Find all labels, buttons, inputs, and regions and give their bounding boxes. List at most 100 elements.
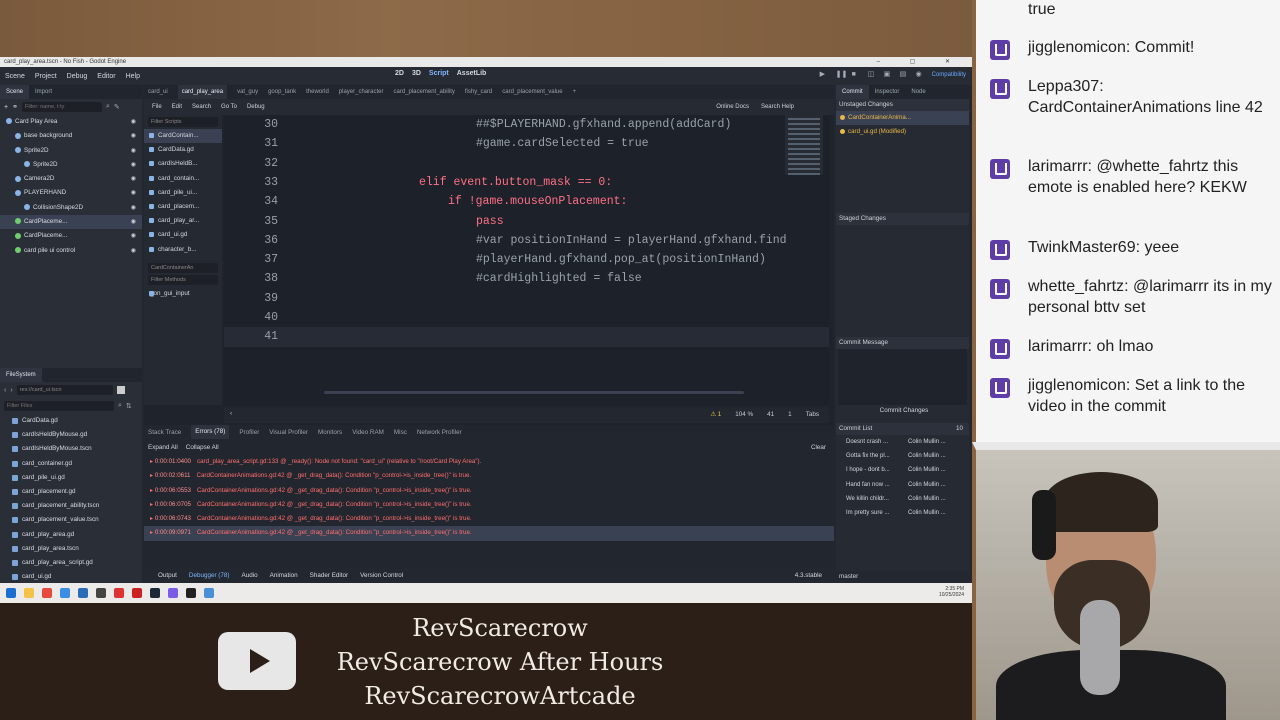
filesystem-filter-input[interactable] xyxy=(4,401,114,411)
tab-player-character[interactable]: player_character xyxy=(339,89,384,95)
commit-row[interactable]: Im pretty sure ... Colin Mullin ... xyxy=(836,506,969,520)
file-item[interactable]: card_pile_ui.gd xyxy=(0,471,142,485)
file-item[interactable]: cardIsHeldByMouse.gd xyxy=(0,428,142,442)
visibility-icon[interactable]: ◉ xyxy=(131,244,136,258)
bottom-tab[interactable]: Output xyxy=(158,572,177,579)
menu-scene[interactable]: Scene xyxy=(0,73,30,80)
renderer-select[interactable]: Compatibility xyxy=(932,72,966,78)
commit-row[interactable]: I hope - dont b... Colin Mullin ... xyxy=(836,463,969,477)
visibility-icon[interactable]: ◉ xyxy=(131,215,136,229)
add-tab-icon[interactable]: + xyxy=(573,89,577,95)
tab-vat-guy[interactable]: vat_guy xyxy=(237,89,258,95)
file-item[interactable]: card_placement.gd xyxy=(0,485,142,499)
commit-row[interactable]: Gotta fix the pl... Colin Mullin ... xyxy=(836,449,969,463)
back-icon[interactable]: ‹ xyxy=(4,387,6,394)
tab-import[interactable]: Import xyxy=(29,85,58,99)
error-row[interactable]: ▸ 0:00:06:0705 CardContainerAnimations.gd… xyxy=(144,498,834,512)
play-icon[interactable]: ▶ xyxy=(820,71,828,79)
script-item[interactable]: card_contain... xyxy=(144,172,222,186)
commit-row[interactable]: Hand fan now ... Colin Mullin ... xyxy=(836,478,969,492)
search-help-button[interactable]: Search Help xyxy=(761,104,794,110)
menu-project[interactable]: Project xyxy=(30,73,62,80)
obs-icon[interactable] xyxy=(96,588,106,598)
file-item[interactable]: cardIsHeldByMouse.tscn xyxy=(0,442,142,456)
menu-file[interactable]: File xyxy=(152,104,162,110)
file-item[interactable]: card_play_area.tscn xyxy=(0,542,142,556)
code-editor[interactable]: 30 ##$PLAYERHAND.gfxhand.append(addCard) 3… xyxy=(224,115,829,405)
visibility-icon[interactable]: ◉ xyxy=(131,186,136,200)
scene-node[interactable]: Camera2D ◉ xyxy=(0,172,142,186)
filter-scripts-input[interactable]: Filter Scripts xyxy=(148,117,218,127)
visibility-icon[interactable]: ◉ xyxy=(131,229,136,243)
clear-button[interactable]: Clear xyxy=(811,444,826,451)
file-item[interactable]: card_ui.gd xyxy=(0,570,142,583)
debugger-tab[interactable]: Monitors xyxy=(318,429,342,436)
menu-search[interactable]: Search xyxy=(192,104,211,110)
debugger-tab[interactable]: Visual Profiler xyxy=(269,429,308,436)
commit-changes-button[interactable]: Commit Changes xyxy=(836,405,969,417)
link-icon[interactable]: ⚭ xyxy=(12,103,18,111)
debugger-tab[interactable]: Stack Trace xyxy=(148,429,181,436)
debugger-tab[interactable]: Errors (78) xyxy=(191,425,230,439)
media-icon[interactable] xyxy=(186,588,196,598)
tab-scene[interactable]: Scene xyxy=(0,85,30,99)
commit-message-input[interactable] xyxy=(838,349,967,405)
script-item[interactable]: card_ui.gd xyxy=(144,228,222,242)
bottom-tab[interactable]: Shader Editor xyxy=(310,572,349,579)
stop-icon[interactable]: ■ xyxy=(852,71,860,79)
tab-card-placement-ability[interactable]: card_placement_ability xyxy=(394,89,455,95)
toggle-scripts-icon[interactable]: ‹ xyxy=(230,410,232,417)
scene-node[interactable]: card pile ui control ◉ xyxy=(0,244,142,258)
visibility-icon[interactable]: ◉ xyxy=(131,172,136,186)
script-item[interactable]: card_pile_ui... xyxy=(144,186,222,200)
tab-card-play-area[interactable]: card_play_area xyxy=(177,85,228,99)
method-item[interactable]: _on_gui_input xyxy=(144,287,222,301)
tab-theworld[interactable]: theworld xyxy=(306,89,329,95)
tab-card-placement-value[interactable]: card_placement_value xyxy=(502,89,562,95)
tab-commit[interactable]: Commit xyxy=(836,85,869,99)
script-item[interactable]: cardIsHeldB... xyxy=(144,157,222,171)
bottom-tab[interactable]: Debugger (78) xyxy=(189,572,230,579)
warning-count[interactable]: ⚠ 1 xyxy=(710,411,721,418)
script-item[interactable]: CardData.gd xyxy=(144,143,222,157)
window-controls[interactable]: – ▢ ✕ xyxy=(877,57,964,67)
filesystem-path[interactable]: res://card_ui.tscn xyxy=(16,385,113,395)
file-item[interactable]: card_play_area.gd xyxy=(0,528,142,542)
play-scene-icon[interactable]: ▣ xyxy=(884,71,892,79)
play-custom-icon[interactable]: ▤ xyxy=(900,71,908,79)
split-mode-icon[interactable] xyxy=(116,386,125,394)
scene-node[interactable]: Sprite2D ◉ xyxy=(0,158,142,172)
tab-inspector[interactable]: Inspector xyxy=(869,85,906,99)
app-icon[interactable] xyxy=(114,588,124,598)
commit-row[interactable]: We killin childr... Colin Mullin ... xyxy=(836,492,969,506)
tab-goop-tank[interactable]: goop_tank xyxy=(268,89,296,95)
visibility-icon[interactable]: ◉ xyxy=(131,201,136,215)
debugger-tab[interactable]: Misc xyxy=(394,429,407,436)
commit-row[interactable]: Doesnt crash ... Colin Mullin ... xyxy=(836,435,969,449)
scene-node[interactable]: CollisionShape2D ◉ xyxy=(0,201,142,215)
expand-all-button[interactable]: Expand All xyxy=(148,444,178,451)
visibility-icon[interactable]: ◉ xyxy=(131,144,136,158)
workspace-3d[interactable]: 3D xyxy=(412,70,421,77)
debugger-tab[interactable]: Profiler xyxy=(239,429,259,436)
debugger-tab[interactable]: Video RAM xyxy=(352,429,384,436)
menu-edit[interactable]: Edit xyxy=(172,104,182,110)
error-row[interactable]: ▸ 0:00:09:0971 CardContainerAnimations.gd… xyxy=(144,526,834,541)
scene-filter-input[interactable] xyxy=(21,102,102,112)
filter-methods-input[interactable]: Filter Methods xyxy=(148,274,218,285)
file-item[interactable]: card_container.gd xyxy=(0,457,142,471)
vscode-icon[interactable] xyxy=(78,588,88,598)
branch-select[interactable]: master xyxy=(839,573,858,580)
add-node-icon[interactable]: + xyxy=(4,104,8,111)
script-item[interactable]: CardContain... xyxy=(144,129,222,144)
tab-card-ui[interactable]: card_ui xyxy=(148,89,168,95)
workspace-2d[interactable]: 2D xyxy=(395,70,404,77)
visibility-icon[interactable]: ◉ xyxy=(131,129,136,143)
workspace-script[interactable]: Script xyxy=(429,70,449,77)
bottom-tab[interactable]: Animation xyxy=(270,572,298,579)
menu-goto[interactable]: Go To xyxy=(221,104,237,110)
error-row[interactable]: ▸ 0:00:01:0400 card_play_area_script.gd:1… xyxy=(144,455,834,469)
app-icon[interactable] xyxy=(132,588,142,598)
file-item[interactable]: card_placement_value.tscn xyxy=(0,513,142,527)
scene-node[interactable]: Sprite2D ◉ xyxy=(0,144,142,158)
